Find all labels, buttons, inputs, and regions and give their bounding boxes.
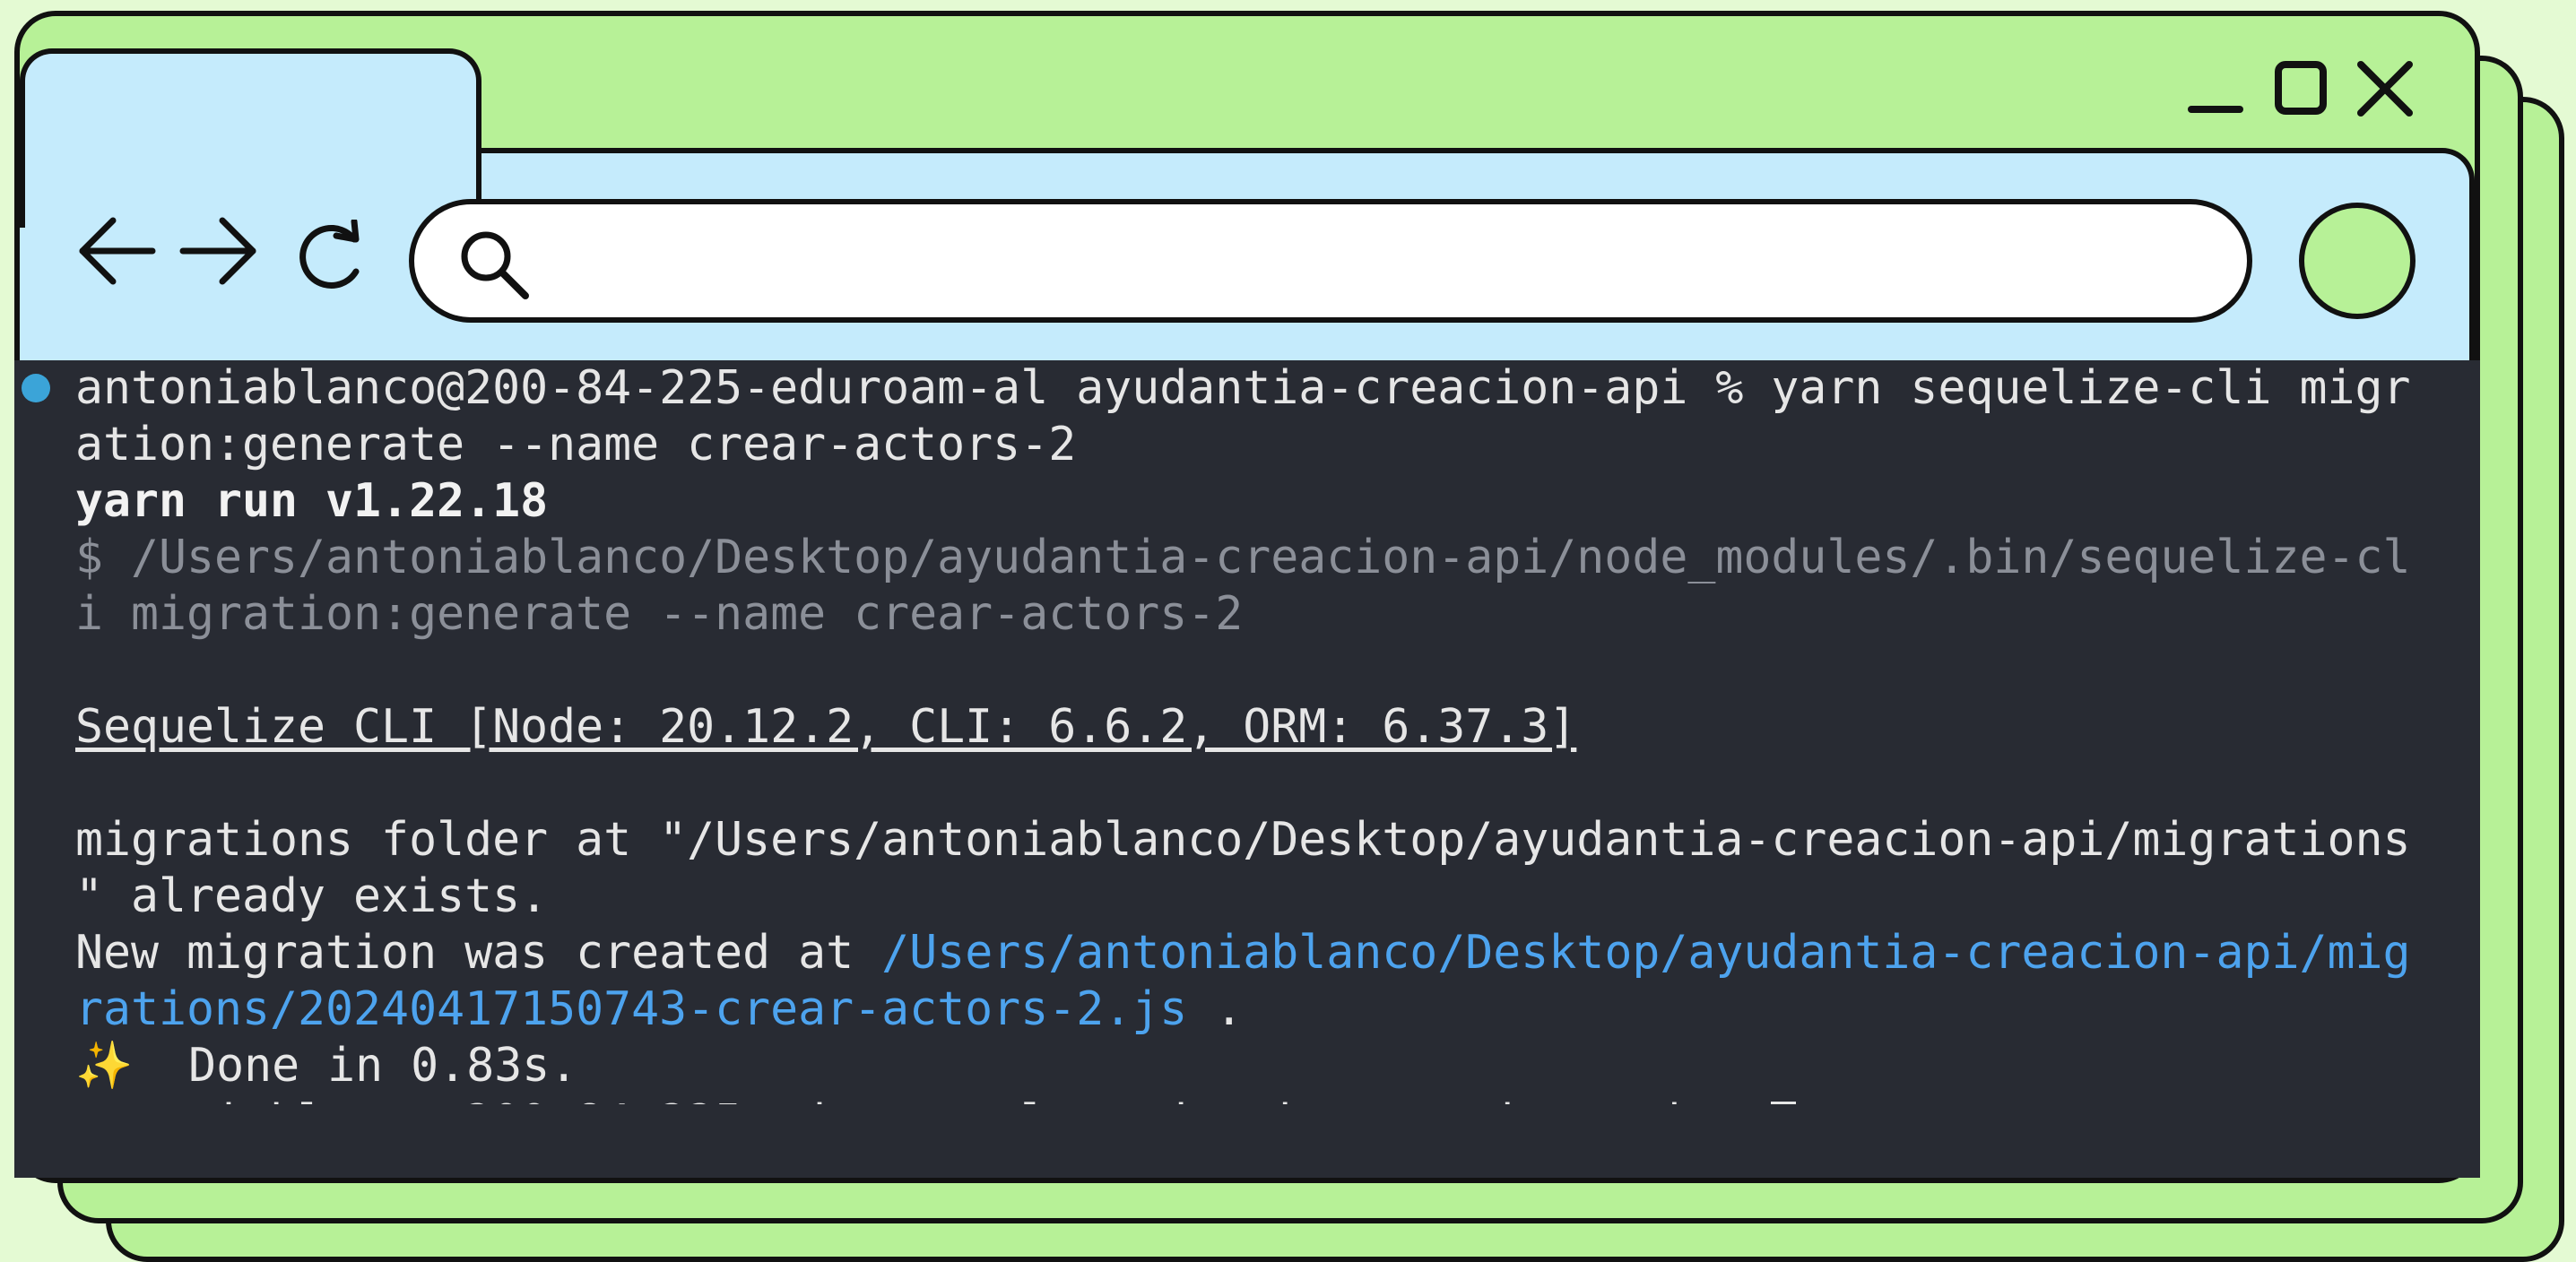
minimize-button[interactable]	[2188, 57, 2243, 120]
search-input[interactable]	[549, 222, 2193, 299]
minimize-icon	[2188, 106, 2243, 113]
terminal-line-migration-created: New migration was created at /Users/anto…	[75, 925, 2410, 981]
profile-avatar[interactable]	[2299, 203, 2416, 319]
terminal-output: antoniablanco@200-84-225-eduroam-al ayud…	[14, 360, 2480, 1104]
terminal-line-yarn-version: yarn run v1.22.18	[75, 474, 549, 528]
terminal-line-sequelize-banner: Sequelize CLI [Node: 20.12.2, CLI: 6.6.2…	[75, 700, 1577, 754]
terminal-line-command: antoniablanco@200-84-225-eduroam-al ayud…	[75, 361, 2411, 415]
terminal-line-prompt-partial: antoniablanco@200-84-225-eduroam-al ayud…	[75, 1094, 1797, 1104]
migration-created-label: New migration was created at	[75, 926, 882, 980]
terminal-line-exec-path-cont: i migration:generate --name crear-actors…	[75, 587, 1244, 641]
terminal-panel[interactable]: antoniablanco@200-84-225-eduroam-al ayud…	[14, 360, 2480, 1178]
sparkles-icon: ✨	[75, 1039, 134, 1093]
forward-button[interactable]	[178, 215, 258, 287]
done-text: Done in 0.83s.	[133, 1039, 578, 1093]
maximize-button[interactable]	[2273, 57, 2329, 120]
terminal-line-done: ✨ Done in 0.83s.	[75, 1038, 577, 1094]
search-icon	[461, 231, 529, 299]
arrow-right-icon	[179, 217, 256, 285]
back-button[interactable]	[77, 215, 158, 287]
close-button[interactable]	[2354, 57, 2416, 120]
terminal-cursor	[1771, 1102, 1797, 1104]
prompt-status-dot	[22, 374, 50, 402]
browser-tab[interactable]	[20, 48, 481, 228]
terminal-line-migration-path-cont: rations/20240417150743-crear-actors-2.js…	[75, 981, 1243, 1038]
terminal-line-exec-path: $ /Users/antoniablanco/Desktop/ayudantia…	[75, 531, 2411, 584]
terminal-line-folder-exists: migrations folder at "/Users/antoniablan…	[75, 813, 2411, 867]
migration-file-link[interactable]: /Users/antoniablanco/Desktop/ayudantia-c…	[881, 926, 2410, 980]
terminal-line-folder-exists-cont: " already exists.	[75, 869, 549, 923]
reload-button[interactable]	[291, 218, 372, 291]
close-icon	[2357, 61, 2413, 117]
migration-file-link-cont[interactable]: rations/20240417150743-crear-actors-2.js	[75, 982, 1187, 1036]
maximize-icon	[2275, 61, 2327, 115]
arrow-left-icon	[79, 217, 156, 285]
tab-join	[25, 143, 476, 161]
address-bar[interactable]	[409, 199, 2252, 323]
terminal-line-command-cont: ation:generate --name crear-actors-2	[75, 418, 1077, 471]
prompt-partial-text: antoniablanco@200-84-225-eduroam-al ayud…	[75, 1095, 1771, 1104]
migration-path-suffix: .	[1187, 982, 1244, 1036]
reload-icon	[299, 218, 360, 289]
